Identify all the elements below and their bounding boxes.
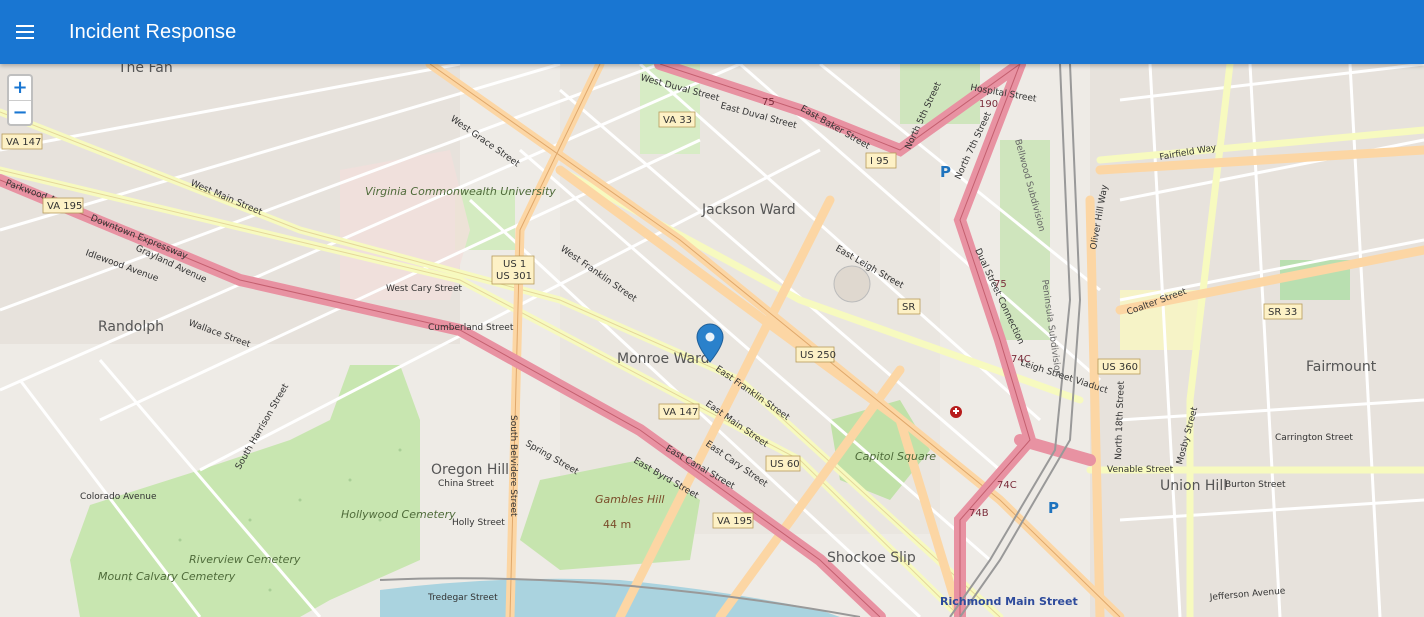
shield-us250: US 250 [795, 346, 836, 363]
shield-sr33: SR 33 [1263, 303, 1303, 320]
fairmount-label: Fairmount [1306, 359, 1377, 375]
main-street-station-label: Richmond Main Street [940, 595, 1078, 608]
svg-text:VA 195: VA 195 [717, 516, 752, 527]
parking-icon: P [940, 163, 951, 181]
svg-text:VA 147: VA 147 [663, 407, 698, 418]
union-hill-label: Union Hill [1160, 478, 1227, 494]
app-bar: Incident Response [0, 0, 1424, 64]
map-canvas[interactable]: Jackson Ward Monroe Ward Randolph Oregon… [0, 64, 1424, 617]
zoom-in-button[interactable]: + [9, 76, 31, 100]
street-label: Venable Street [1107, 465, 1174, 475]
jackson-ward-label: Jackson Ward [701, 202, 796, 218]
menu-icon [16, 25, 34, 39]
street-label: Tredegar Street [427, 593, 498, 603]
shockoe-slip-label: Shockoe Slip [827, 550, 916, 566]
shield-sr: SR [897, 298, 921, 315]
svg-text:VA 33: VA 33 [663, 115, 692, 126]
parking-icon: P [1048, 499, 1059, 517]
app-title: Incident Response [69, 20, 237, 43]
street-label: Carrington Street [1275, 433, 1353, 443]
svg-text:SR 33: SR 33 [1268, 307, 1297, 318]
shield-va33: VA 33 [658, 111, 696, 128]
shield-us60: US 60 [765, 455, 801, 472]
street-label: Colorado Avenue [80, 492, 157, 502]
randolph-label: Randolph [98, 319, 164, 335]
svg-text:I 95: I 95 [870, 156, 889, 167]
svg-text:US 301: US 301 [496, 271, 532, 282]
shield-va147b: VA 147 [658, 403, 700, 420]
shield-va195: VA 195 [42, 197, 84, 214]
street-label: Burton Street [1225, 480, 1286, 490]
oregon-hill-label: Oregon Hill [431, 462, 509, 478]
exit-label: 75 [762, 97, 775, 108]
svg-text:US 250: US 250 [800, 350, 836, 361]
exit-label: 190 [979, 99, 998, 110]
svg-text:US 1: US 1 [503, 259, 526, 270]
svg-text:VA 195: VA 195 [47, 201, 82, 212]
zoom-out-button[interactable]: − [9, 100, 31, 124]
exit-label: 74C [997, 480, 1017, 491]
shield-i95: I 95 [865, 152, 897, 169]
shield-va147: VA 147 [1, 133, 43, 150]
menu-button[interactable] [0, 0, 50, 64]
street-label: South Belvidere Street [508, 415, 518, 517]
map-tiles: Jackson Ward Monroe Ward Randolph Oregon… [0, 64, 1424, 617]
gambles-hill-label: Gambles Hill [595, 493, 664, 506]
mount-calvary-label: Mount Calvary Cemetery [98, 570, 236, 583]
monroe-ward-label: Monroe Ward [617, 351, 710, 367]
svg-text:SR: SR [902, 302, 915, 313]
hollywood-cemetery-label: Hollywood Cemetery [341, 508, 456, 521]
the-fan-label: The Fan [117, 64, 173, 76]
svg-text:US 360: US 360 [1102, 362, 1138, 373]
shield-us360: US 360 [1097, 358, 1141, 375]
street-label: Cumberland Street [428, 323, 514, 333]
vcu-label: Virginia Commonwealth University [365, 185, 556, 198]
svg-text:VA 147: VA 147 [6, 137, 41, 148]
svg-text:US 60: US 60 [770, 459, 800, 470]
hospital-icon [950, 406, 962, 418]
riverview-cemetery-label: Riverview Cemetery [189, 553, 301, 566]
street-label: China Street [438, 479, 494, 489]
elevation-label: 44 m [603, 518, 631, 531]
exit-label: 74C [1011, 354, 1031, 365]
street-label: West Cary Street [386, 284, 462, 294]
zoom-control: + − [7, 74, 33, 126]
shield-va195b: VA 195 [712, 512, 754, 529]
shield-us1: US 1US 301 [491, 255, 535, 285]
exit-label: 74B [969, 508, 989, 519]
capitol-square-label: Capitol Square [855, 450, 936, 463]
exit-label: 75 [994, 279, 1007, 290]
street-label: Holly Street [452, 518, 505, 528]
